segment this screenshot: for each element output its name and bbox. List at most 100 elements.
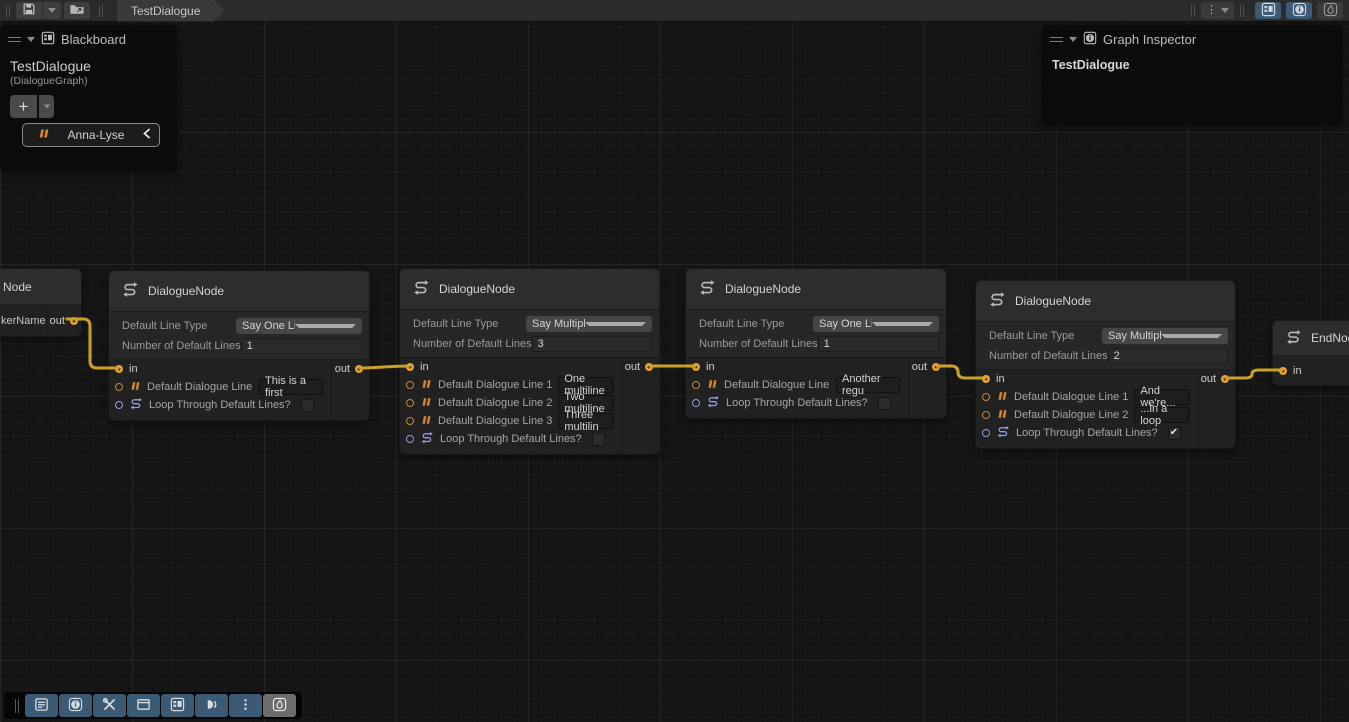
ports-left-column: inDefault Dialogue LineThis is a firstLo… — [109, 360, 369, 414]
node-speaker[interactable]: NodekerNameout — [0, 268, 82, 337]
top-toolbar-right: ⋮ — [1185, 2, 1349, 19]
num-lines-field[interactable]: 3 — [532, 336, 652, 352]
dialogue-line-field[interactable]: Another regu — [836, 377, 900, 393]
loop-port[interactable] — [115, 401, 123, 409]
open-folder-button[interactable] — [64, 2, 90, 19]
loop-port[interactable] — [406, 435, 414, 443]
dialogue-line-port[interactable] — [406, 417, 414, 425]
preview-button[interactable] — [263, 694, 296, 717]
node-dialogue-3[interactable]: DialogueNode Default Line TypeSay One Lin… — [685, 268, 947, 419]
graph-inspector-graph-name: TestDialogue — [1042, 52, 1342, 78]
blackboard-toggle-button[interactable] — [1255, 2, 1281, 19]
dialogue-node-icon — [1285, 329, 1302, 348]
blackboard-variable-row[interactable]: Anna-Lyse — [22, 123, 160, 147]
loop-label: Loop Through Default Lines? — [1016, 427, 1158, 439]
info-button[interactable] — [59, 694, 92, 717]
node-title: EndNode — [1311, 331, 1349, 345]
num-lines-field[interactable]: 1 — [818, 336, 939, 352]
tab-testdialogue[interactable]: TestDialogue — [117, 0, 224, 22]
loop-port[interactable] — [692, 399, 700, 407]
node-header[interactable]: DialogueNode — [686, 269, 946, 309]
node-header[interactable]: DialogueNode — [109, 271, 369, 311]
loop-label: Loop Through Default Lines? — [726, 397, 868, 409]
num-lines-label: Number of Default Lines — [116, 340, 241, 352]
dialogue-line-port[interactable] — [115, 383, 123, 391]
inspector-toggle-button[interactable] — [1286, 2, 1312, 19]
chevron-down-icon — [1161, 334, 1222, 338]
node-dialogue-2[interactable]: DialogueNode Default Line TypeSay Multipl… — [399, 268, 660, 455]
node-end[interactable]: EndNode in — [1272, 320, 1349, 386]
node-dialogue-4[interactable]: DialogueNode Default Line TypeSay Multipl… — [975, 280, 1236, 449]
num-lines-field[interactable]: 1 — [241, 338, 362, 354]
inspector-toggle-icon — [1292, 2, 1307, 20]
node-title: DialogueNode — [725, 282, 801, 296]
tools-button[interactable] — [93, 694, 126, 717]
node-header[interactable]: Node — [0, 269, 81, 304]
loop-port[interactable] — [982, 429, 990, 437]
loop-checkbox[interactable] — [1168, 427, 1181, 440]
preview-toggle-button[interactable] — [1317, 2, 1343, 19]
preview-toggle-icon — [1323, 2, 1338, 20]
dialogue-line-port[interactable] — [406, 399, 414, 407]
dialogue-line-field[interactable]: ...in a loop — [1134, 407, 1189, 423]
more-options-button[interactable] — [229, 694, 262, 717]
line-type-dropdown[interactable]: Say One Line — [813, 316, 939, 332]
dialogue-node-icon — [412, 279, 430, 299]
toolbar-drag-handle[interactable] — [15, 699, 19, 713]
play-dialogue-button[interactable] — [195, 694, 228, 717]
input-port-label: in — [1293, 365, 1302, 377]
line-type-row: Default Line TypeSay Multiple Lines — [407, 315, 652, 332]
save-dropdown-button[interactable] — [43, 2, 61, 19]
node-header[interactable]: EndNode — [1273, 321, 1349, 355]
toolbar-drag-handle[interactable] — [6, 5, 10, 17]
collapse-caret-icon[interactable] — [27, 37, 35, 42]
line-type-dropdown[interactable]: Say One Line — [236, 318, 362, 334]
collapse-caret-icon[interactable] — [1069, 37, 1077, 42]
dialogue-graph-editor: TestDialogue ⋮ Blackboard — [0, 0, 1349, 722]
quote-icon — [420, 396, 432, 411]
dialogue-line-label: Default Dialogue Line — [147, 381, 252, 393]
node-header[interactable]: DialogueNode — [976, 281, 1235, 321]
blackboard-panel: Blackboard TestDialogue (DialogueGraph) … — [0, 25, 177, 172]
more-options-icon — [238, 697, 253, 715]
node-title: Node — [3, 280, 32, 294]
line-type-value: Say One Line — [242, 320, 295, 332]
console-button[interactable] — [25, 694, 58, 717]
dialogue-line-port[interactable] — [406, 381, 414, 389]
line-type-label: Default Line Type — [693, 318, 813, 330]
loop-checkbox[interactable] — [878, 397, 891, 410]
console-icon — [34, 697, 49, 715]
blackboard-button[interactable] — [161, 694, 194, 717]
blackboard-icon — [170, 697, 185, 715]
line-type-row: Default Line TypeSay Multiple Lines — [983, 327, 1228, 344]
more-options-button[interactable]: ⋮ — [1201, 2, 1234, 19]
num-lines-row: Number of Default Lines3 — [407, 335, 652, 352]
loop-checkbox[interactable] — [301, 399, 314, 412]
hamburger-icon[interactable] — [8, 37, 21, 42]
node-title: DialogueNode — [1015, 294, 1091, 308]
num-lines-row: Number of Default Lines1 — [116, 337, 362, 354]
dialogue-line-port[interactable] — [692, 381, 700, 389]
toolbar-separator — [1240, 5, 1244, 17]
num-lines-field[interactable]: 2 — [1108, 348, 1228, 364]
toolbar-separator — [99, 5, 103, 17]
dialogue-line-field[interactable]: This is a first — [259, 379, 323, 395]
node-dialogue-1[interactable]: DialogueNodeDefault Line TypeSay One Lin… — [108, 270, 370, 421]
dialogue-line-port[interactable] — [982, 411, 990, 419]
line-type-value: Say Multiple Lines — [1108, 330, 1161, 342]
add-variable-button[interactable]: + — [10, 95, 37, 118]
line-type-dropdown[interactable]: Say Multiple Lines — [1102, 328, 1228, 344]
chevron-left-icon[interactable] — [142, 128, 151, 142]
dialogue-node-icon — [988, 291, 1006, 311]
add-variable-dropdown-button[interactable] — [39, 95, 54, 118]
line-type-dropdown[interactable]: Say Multiple Lines — [526, 316, 652, 332]
hamburger-icon[interactable] — [1050, 37, 1063, 42]
output-port-cell: out — [621, 358, 659, 454]
dialogue-line-port[interactable] — [982, 393, 990, 401]
window-button[interactable] — [127, 694, 160, 717]
save-button[interactable] — [16, 2, 42, 19]
loop-checkbox[interactable] — [592, 433, 605, 446]
line-type-label: Default Line Type — [407, 318, 526, 330]
node-header[interactable]: DialogueNode — [400, 269, 659, 309]
dialogue-line-field[interactable]: Three multilin — [558, 413, 613, 429]
